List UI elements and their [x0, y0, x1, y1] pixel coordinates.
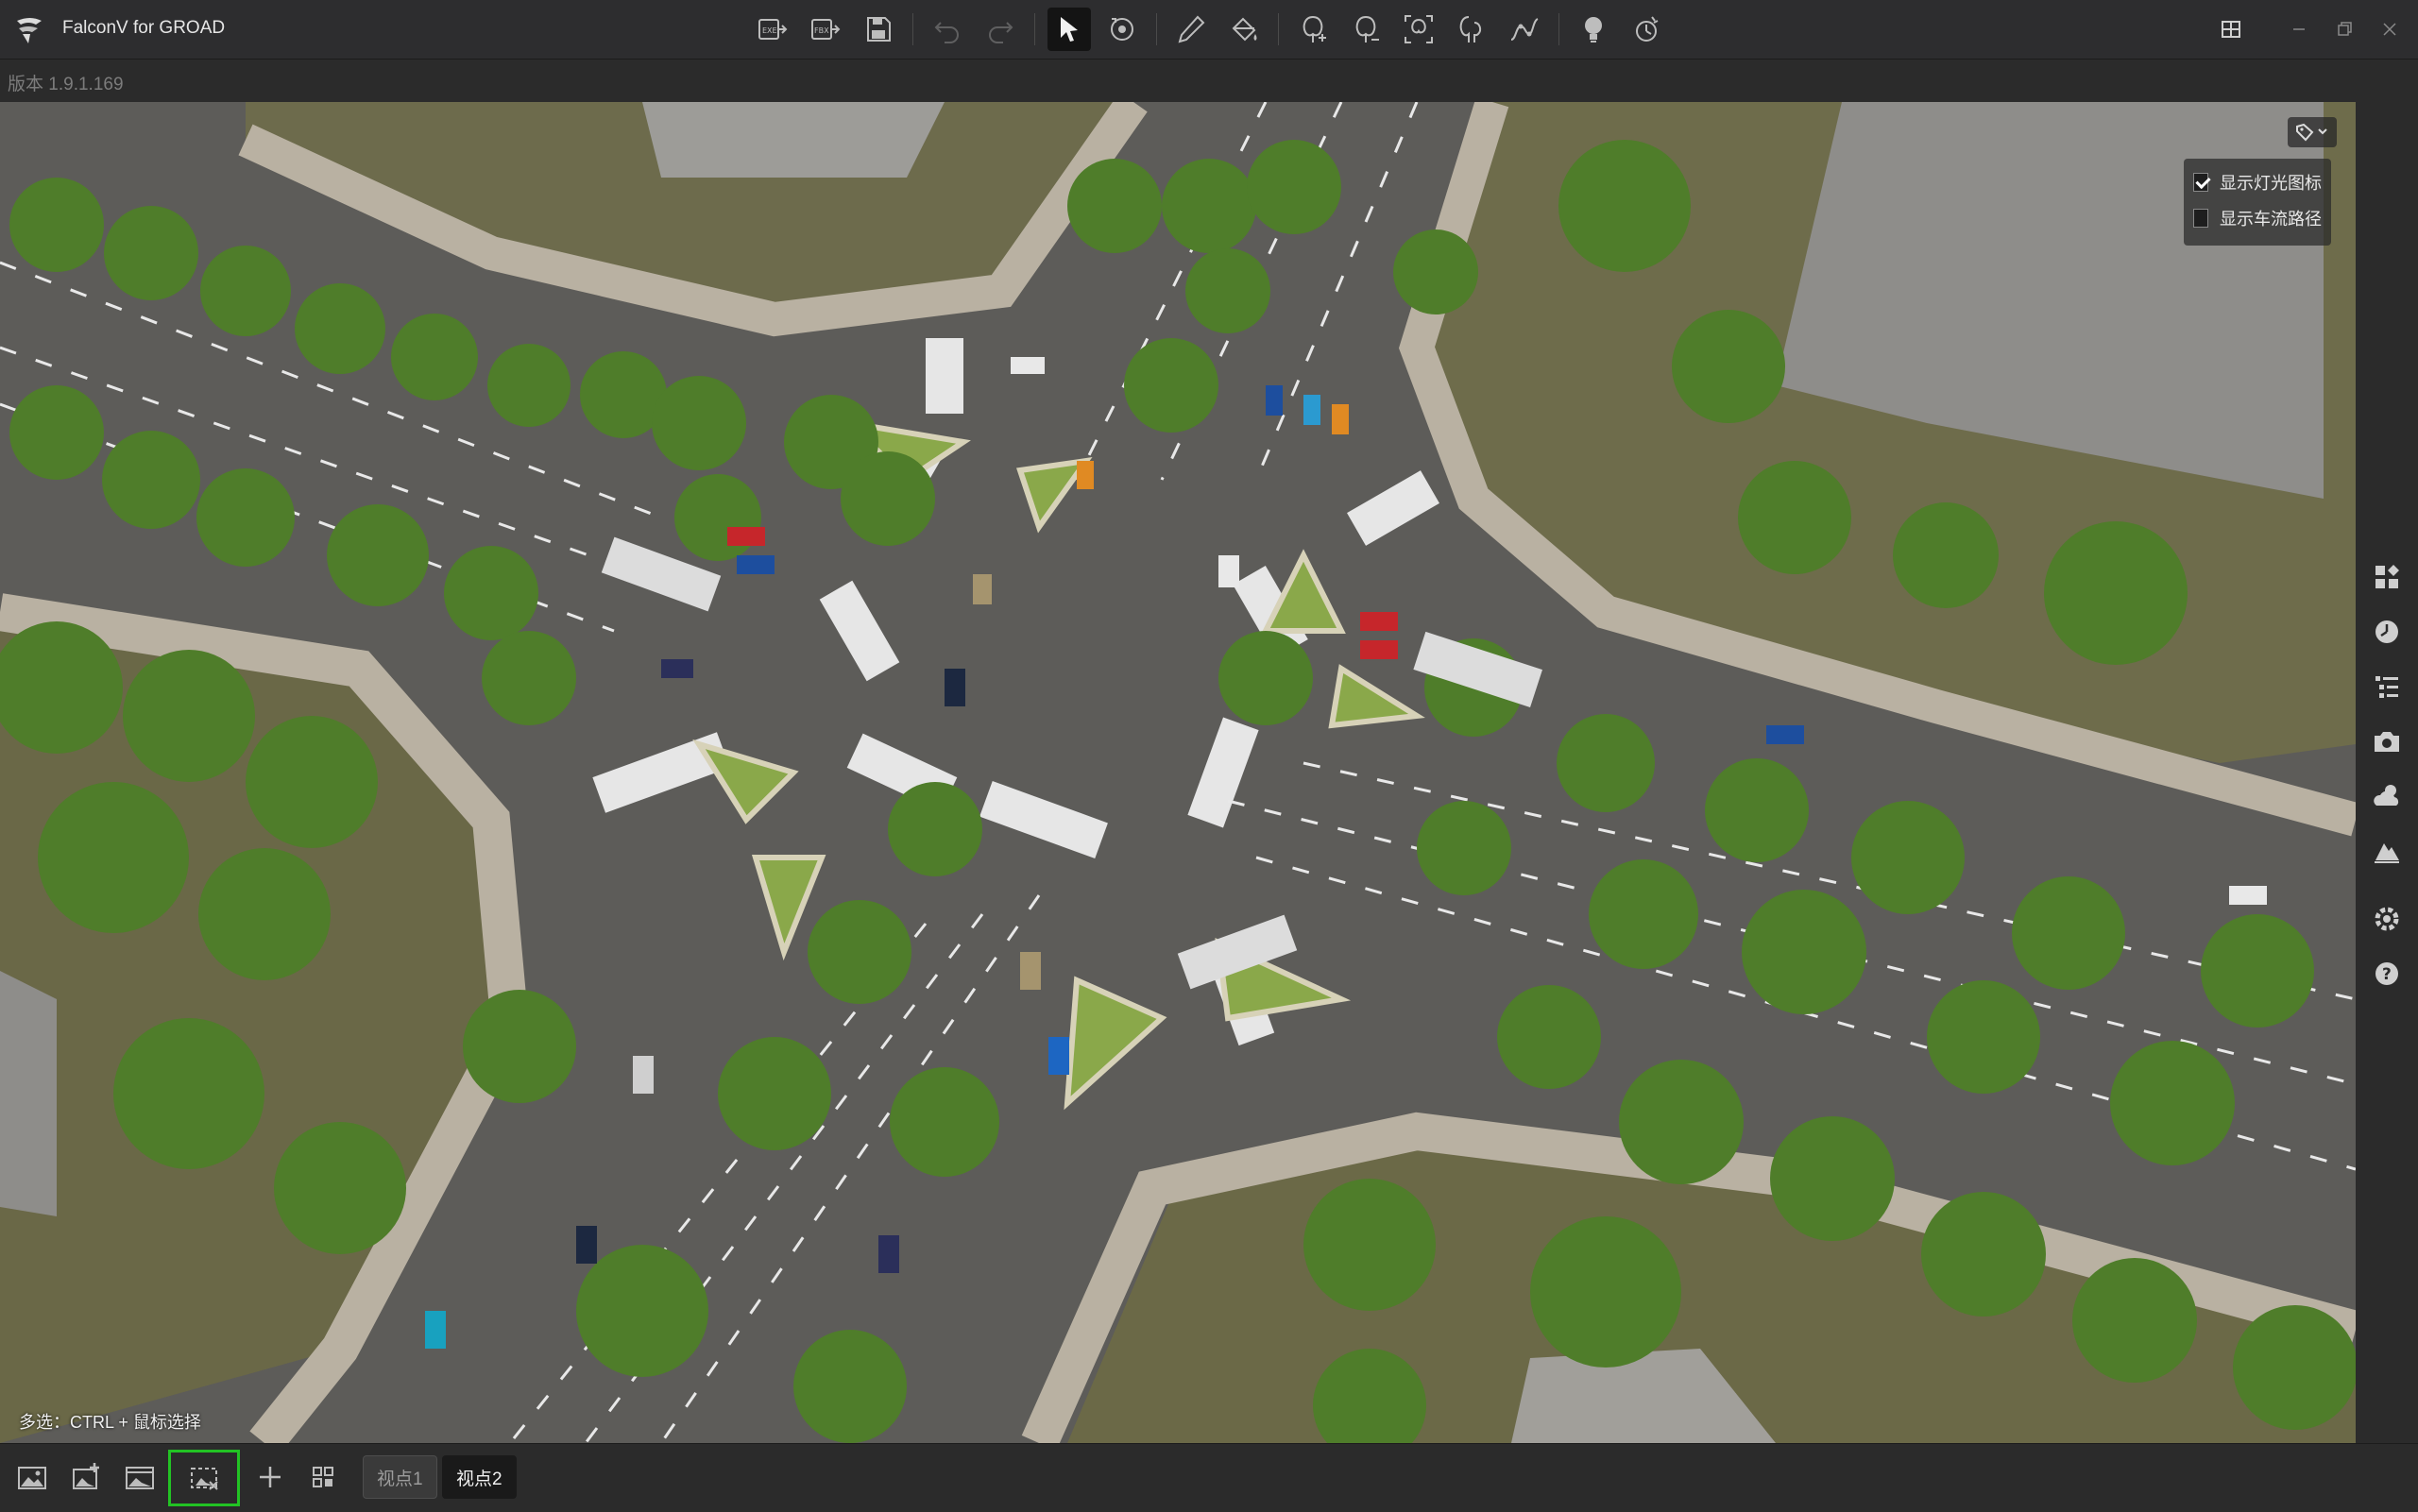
viewpoint-tab-1[interactable]: 视点1: [363, 1455, 437, 1499]
tree-remove-button[interactable]: [1344, 8, 1388, 51]
help-button[interactable]: ?: [2369, 956, 2405, 992]
show-traffic-path-option[interactable]: 显示车流路径: [2193, 200, 2322, 236]
tree-edit-button[interactable]: [1450, 8, 1493, 51]
toolbar-separator: [1034, 13, 1035, 45]
save-button[interactable]: [857, 8, 900, 51]
show-traffic-path-label: 显示车流路径: [2220, 210, 2322, 229]
redo-button[interactable]: [979, 8, 1022, 51]
viewpoint-tab-2[interactable]: 视点2: [442, 1455, 517, 1499]
restore-icon: [2338, 22, 2352, 36]
screenshot-add-icon: [73, 1463, 99, 1489]
close-button[interactable]: [2371, 11, 2409, 47]
right-sidebar: ?: [2356, 102, 2418, 1443]
svg-text:FBX: FBX: [814, 26, 829, 35]
viewpoint-grid-button[interactable]: [300, 1455, 346, 1499]
import-exe-button[interactable]: EXE: [751, 8, 794, 51]
curve-path-icon: [1510, 18, 1539, 41]
import-file-icon: FBX: [811, 19, 841, 40]
layout-grid-button[interactable]: [2212, 11, 2250, 47]
assets-grid-icon: [2375, 565, 2399, 588]
show-light-icons-label: 显示灯光图标: [2220, 174, 2322, 193]
add-viewpoint-button[interactable]: [247, 1455, 293, 1499]
toolbar-separator: [1278, 13, 1279, 45]
toolbar-separator: [1156, 13, 1157, 45]
pen-draw-button[interactable]: [1169, 8, 1213, 51]
show-light-icons-option[interactable]: 显示灯光图标: [2193, 164, 2322, 200]
terrain-button[interactable]: [2369, 833, 2405, 869]
toolbar-separator: [1558, 13, 1559, 45]
light-bulb-button[interactable]: [1572, 8, 1615, 51]
restore-button[interactable]: [2325, 11, 2363, 47]
tree-remove-icon: [1355, 15, 1379, 42]
undo-icon: [934, 22, 959, 43]
scene-viewport[interactable]: 显示灯光图标 显示车流路径 多选：CTRL + 鼠标选择: [0, 102, 2356, 1443]
tree-edit-icon: [1459, 16, 1482, 42]
label-filter-dropdown[interactable]: [2288, 117, 2337, 147]
minimize-icon: [2293, 28, 2305, 30]
import-file-button[interactable]: FBX: [804, 8, 847, 51]
terrain-icon: [2375, 843, 2399, 863]
close-icon: [2383, 23, 2396, 36]
save-icon: [867, 17, 891, 42]
select-pointer-icon: [1061, 17, 1078, 42]
assets-grid-button[interactable]: [2369, 559, 2405, 595]
orbit-camera-button[interactable]: [1100, 8, 1144, 51]
layers-list-button[interactable]: [2369, 669, 2405, 705]
tag-chevron-icon: [2296, 123, 2327, 142]
viewpoint-grid-icon: [313, 1467, 333, 1487]
overlay-options-panel: 显示灯光图标 显示车流路径: [2184, 159, 2331, 246]
tree-add-icon: [1303, 15, 1326, 42]
import-exe-icon: EXE: [758, 19, 788, 40]
fill-bucket-button[interactable]: [1222, 8, 1266, 51]
light-bulb-icon: [1585, 17, 1602, 42]
minimize-button[interactable]: [2280, 11, 2318, 47]
cloud-weather-icon: [2374, 785, 2399, 806]
redo-icon: [989, 22, 1013, 43]
video-capture-button[interactable]: [117, 1455, 162, 1499]
screenshot-icon: [18, 1467, 46, 1489]
undo-button[interactable]: [926, 8, 969, 51]
multi-select-hint: 多选：CTRL + 鼠标选择: [19, 1413, 201, 1432]
show-light-icons-checkbox[interactable]: [2193, 173, 2208, 192]
version-label: 版本 1.9.1.169: [8, 75, 124, 94]
multi-select-capture-icon: [191, 1468, 218, 1490]
tree-select-button[interactable]: [1397, 8, 1440, 51]
time-of-day-button[interactable]: [1625, 8, 1668, 51]
main-toolbar: EXE FBX: [746, 8, 1673, 51]
select-pointer-button[interactable]: [1047, 8, 1091, 51]
multi-select-capture-button[interactable]: [168, 1450, 240, 1506]
screenshot-button[interactable]: [9, 1455, 55, 1499]
app-title: FalconV for GROAD: [62, 18, 226, 38]
app-logo-icon: [17, 18, 42, 43]
svg-text:?: ?: [2382, 965, 2392, 984]
weather-clock-button[interactable]: [2369, 614, 2405, 650]
tree-select-icon: [1405, 15, 1433, 43]
settings-gear-icon: [2375, 907, 2399, 931]
video-capture-icon: [126, 1467, 154, 1489]
show-traffic-path-checkbox[interactable]: [2193, 209, 2208, 228]
svg-text:EXE: EXE: [762, 26, 777, 35]
orbit-camera-icon: [1111, 18, 1133, 41]
cloud-weather-button[interactable]: [2369, 778, 2405, 814]
help-icon: ?: [2375, 962, 2398, 985]
screenshot-add-button[interactable]: [64, 1455, 110, 1499]
plus-icon: [260, 1467, 281, 1487]
fill-bucket-icon: [1232, 17, 1257, 42]
title-bar: FalconV for GROAD EXE FBX: [0, 0, 2418, 59]
intersection-scene-render: [0, 102, 2356, 1443]
layout-grid-icon: [2222, 21, 2240, 38]
tree-add-button[interactable]: [1291, 8, 1335, 51]
settings-button[interactable]: [2369, 901, 2405, 937]
weather-clock-icon: [2375, 620, 2398, 643]
toolbar-separator: [912, 13, 913, 45]
time-of-day-icon: [1636, 16, 1659, 42]
camera-button[interactable]: [2369, 723, 2405, 759]
bottom-bar: 视点1 视点2: [0, 1443, 2418, 1512]
version-bar: 版本 1.9.1.169: [0, 59, 2418, 101]
layers-list-icon: [2375, 676, 2398, 698]
camera-icon: [2375, 732, 2399, 752]
pen-draw-icon: [1178, 15, 1205, 43]
curve-path-button[interactable]: [1503, 8, 1546, 51]
